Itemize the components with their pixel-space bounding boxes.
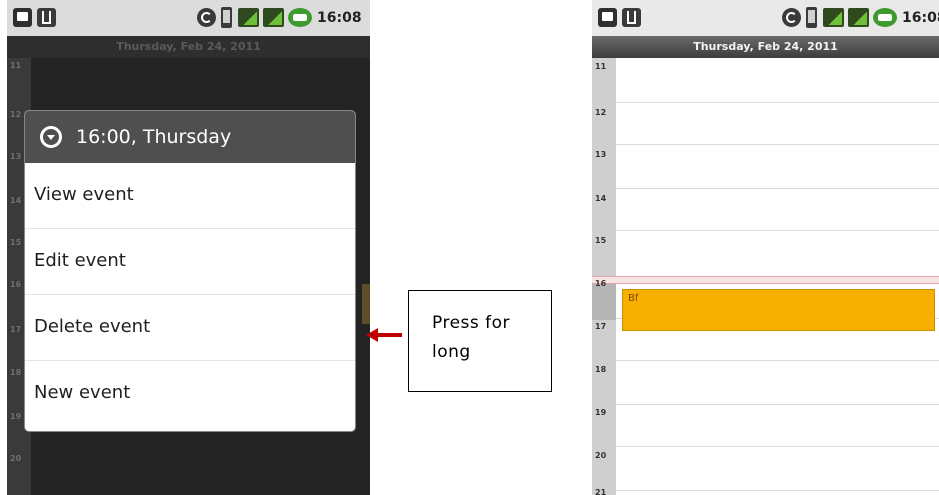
status-time: 16:08 xyxy=(902,10,939,26)
hour-label: 18 xyxy=(10,368,22,377)
delete-event-item[interactable]: Delete event xyxy=(25,295,355,361)
hour-gridline xyxy=(616,144,939,145)
phone-icon xyxy=(806,7,817,28)
context-menu: 16:00, Thursday View event Edit event De… xyxy=(25,111,355,431)
instruction-callout: Press for long xyxy=(408,290,552,392)
new-event-item[interactable]: New event xyxy=(25,361,355,427)
hour-label: 17 xyxy=(10,325,22,334)
hour-label: 15 xyxy=(595,236,607,245)
hour-label: 11 xyxy=(10,61,22,70)
date-header: Thursday, Feb 24, 2011 xyxy=(7,36,370,58)
hour-label: 19 xyxy=(10,412,22,421)
battery-icon xyxy=(873,8,897,27)
context-menu-title: 16:00, Thursday xyxy=(76,126,232,148)
sync-icon xyxy=(197,8,216,27)
hour-label: 16 xyxy=(595,279,607,288)
hour-label: 14 xyxy=(10,196,22,205)
hour-gridline xyxy=(616,188,939,189)
calendar-event-block[interactable]: Bf xyxy=(622,289,935,331)
usb-icon xyxy=(622,8,641,27)
hour-label: 14 xyxy=(595,194,607,203)
sd-card-icon xyxy=(598,8,617,27)
hour-label: 19 xyxy=(595,408,607,417)
hour-label: 12 xyxy=(10,110,22,119)
hour-label: 21 xyxy=(595,488,607,495)
hour-gridline xyxy=(616,490,939,491)
status-bar: 16:08 xyxy=(592,0,939,36)
hour-label: 12 xyxy=(595,108,607,117)
event-block-dimmed xyxy=(362,284,370,324)
hour-label: 11 xyxy=(595,62,607,71)
hour-label: 15 xyxy=(10,238,22,247)
hour-gridline xyxy=(616,446,939,447)
hour-label: 20 xyxy=(595,451,607,460)
edit-event-item[interactable]: Edit event xyxy=(25,229,355,295)
event-title: Bf xyxy=(628,293,639,304)
status-time: 16:08 xyxy=(317,10,362,26)
hour-gridline xyxy=(616,230,939,231)
hour-label: 16 xyxy=(10,280,22,289)
hour-label: 20 xyxy=(10,454,22,463)
menu-item-label: New event xyxy=(34,382,131,403)
hour-gridline xyxy=(616,102,939,103)
context-menu-header: 16:00, Thursday xyxy=(25,111,355,163)
usb-icon xyxy=(37,8,56,27)
view-event-item[interactable]: View event xyxy=(25,163,355,229)
signal-icon-2 xyxy=(848,8,869,27)
date-header: Thursday, Feb 24, 2011 xyxy=(592,36,939,58)
signal-icon-2 xyxy=(263,8,284,27)
left-phone-screen: 16:08 Thursday, Feb 24, 2011 11 12 13 14… xyxy=(7,0,370,495)
hour-gridline xyxy=(616,360,939,361)
sd-card-icon xyxy=(13,8,32,27)
right-phone-screen: 16:08 Thursday, Feb 24, 2011 11 12 13 14… xyxy=(592,0,939,495)
menu-item-label: View event xyxy=(34,184,134,205)
menu-item-label: Edit event xyxy=(34,250,126,271)
status-bar: 16:08 xyxy=(7,0,370,36)
menu-item-label: Delete event xyxy=(34,316,151,337)
hour-label: 17 xyxy=(595,322,607,331)
callout-text: Press for long xyxy=(432,313,511,362)
hour-label: 13 xyxy=(595,150,607,159)
signal-icon xyxy=(823,8,844,27)
hour-label: 18 xyxy=(595,365,607,374)
current-time-indicator xyxy=(592,276,939,284)
hour-label: 13 xyxy=(10,152,22,161)
battery-icon xyxy=(288,8,312,27)
signal-icon xyxy=(238,8,259,27)
phone-icon xyxy=(221,7,232,28)
hour-gridline xyxy=(616,404,939,405)
arrow-left-icon xyxy=(366,328,378,342)
chevron-down-circle-icon xyxy=(40,126,62,148)
sync-icon xyxy=(782,8,801,27)
arrow-shaft xyxy=(378,333,402,337)
